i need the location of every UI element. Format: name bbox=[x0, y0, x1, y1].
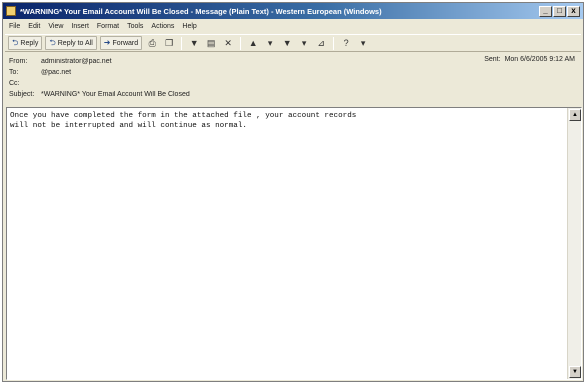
forward-button[interactable]: ➜ Forward bbox=[99, 36, 143, 50]
envelope-icon bbox=[6, 6, 16, 16]
next-item-icon[interactable]: ▼ bbox=[280, 36, 294, 50]
scroll-down-icon[interactable]: ▼ bbox=[569, 366, 581, 378]
help-icon[interactable]: ? bbox=[339, 36, 353, 50]
sent-info: Sent: Mon 6/6/2005 9:12 AM bbox=[484, 56, 575, 63]
to-value[interactable]: @pac.net bbox=[41, 69, 579, 76]
subject-row: Subject: *WARNING* Your Email Account Wi… bbox=[9, 89, 579, 99]
subject-label: Subject: bbox=[9, 90, 35, 98]
menu-tools[interactable]: Tools bbox=[127, 23, 143, 30]
close-button[interactable]: x bbox=[567, 5, 580, 17]
menu-format[interactable]: Format bbox=[97, 23, 119, 30]
scroll-up-icon[interactable]: ▲ bbox=[569, 109, 581, 121]
sent-value: Mon 6/6/2005 9:12 AM bbox=[504, 56, 575, 63]
menu-insert[interactable]: Insert bbox=[71, 23, 89, 30]
menu-view[interactable]: View bbox=[48, 23, 63, 30]
reply-all-icon: ⮌ bbox=[49, 38, 56, 47]
dropdown-arrow-icon[interactable]: ▾ bbox=[297, 36, 311, 50]
menu-file[interactable]: File bbox=[9, 23, 20, 30]
flag-icon[interactable]: ▼ bbox=[187, 36, 201, 50]
toolbar: ⮌ Reply ⮌ Reply to All ➜ Forward ⎙ ❐ ▼ ▤… bbox=[5, 34, 581, 52]
menu-help[interactable]: Help bbox=[182, 23, 196, 30]
title-bar[interactable]: *WARNING* Your Email Account Will Be Clo… bbox=[3, 3, 583, 19]
subject-value: *WARNING* Your Email Account Will Be Clo… bbox=[41, 90, 190, 98]
from-row: From: administrator@pac.net Sent: Mon 6/… bbox=[9, 56, 579, 66]
cc-row: Cc: bbox=[9, 78, 579, 88]
sent-label: Sent: bbox=[484, 56, 501, 63]
message-window: *WARNING* Your Email Account Will Be Clo… bbox=[2, 2, 584, 382]
reply-icon: ⮌ bbox=[12, 38, 19, 47]
menu-edit[interactable]: Edit bbox=[28, 23, 40, 30]
from-label: From: bbox=[9, 57, 28, 65]
address-book-icon[interactable]: ⊿ bbox=[314, 36, 328, 50]
to-row: To: @pac.net bbox=[9, 67, 579, 77]
move-icon[interactable]: ▤ bbox=[204, 36, 218, 50]
cc-label: Cc: bbox=[9, 79, 20, 87]
copy-icon[interactable]: ❐ bbox=[162, 36, 176, 50]
to-label: To: bbox=[9, 68, 19, 76]
delete-icon[interactable]: ✕ bbox=[221, 36, 235, 50]
previous-item-icon[interactable]: ▲ bbox=[246, 36, 260, 50]
reply-all-button[interactable]: ⮌ Reply to All bbox=[45, 36, 97, 50]
reply-all-label: Reply to All bbox=[57, 39, 93, 47]
dropdown-arrow-icon[interactable]: ▾ bbox=[263, 36, 277, 50]
forward-label: Forward bbox=[112, 39, 139, 47]
maximize-button[interactable]: □ bbox=[553, 5, 566, 17]
minimize-button[interactable]: _ bbox=[539, 5, 552, 17]
forward-icon: ➜ bbox=[103, 38, 111, 47]
reply-button[interactable]: ⮌ Reply bbox=[8, 36, 43, 50]
print-icon[interactable]: ⎙ bbox=[145, 36, 159, 50]
menu-bar: File Edit View Insert Format Tools Actio… bbox=[3, 20, 583, 33]
toolbar-options-icon[interactable]: ▾ bbox=[356, 36, 370, 50]
toolbar-separator bbox=[181, 36, 183, 50]
window-title: *WARNING* Your Email Account Will Be Clo… bbox=[20, 6, 382, 16]
menu-actions[interactable]: Actions bbox=[151, 23, 174, 30]
vertical-scrollbar[interactable]: ▲ ▼ bbox=[567, 108, 581, 379]
message-body[interactable]: Once you have completed the form in the … bbox=[6, 107, 582, 380]
message-body-text[interactable]: Once you have completed the form in the … bbox=[10, 111, 565, 131]
toolbar-separator bbox=[333, 36, 335, 50]
toolbar-separator bbox=[240, 36, 242, 50]
reply-label: Reply bbox=[20, 39, 39, 47]
